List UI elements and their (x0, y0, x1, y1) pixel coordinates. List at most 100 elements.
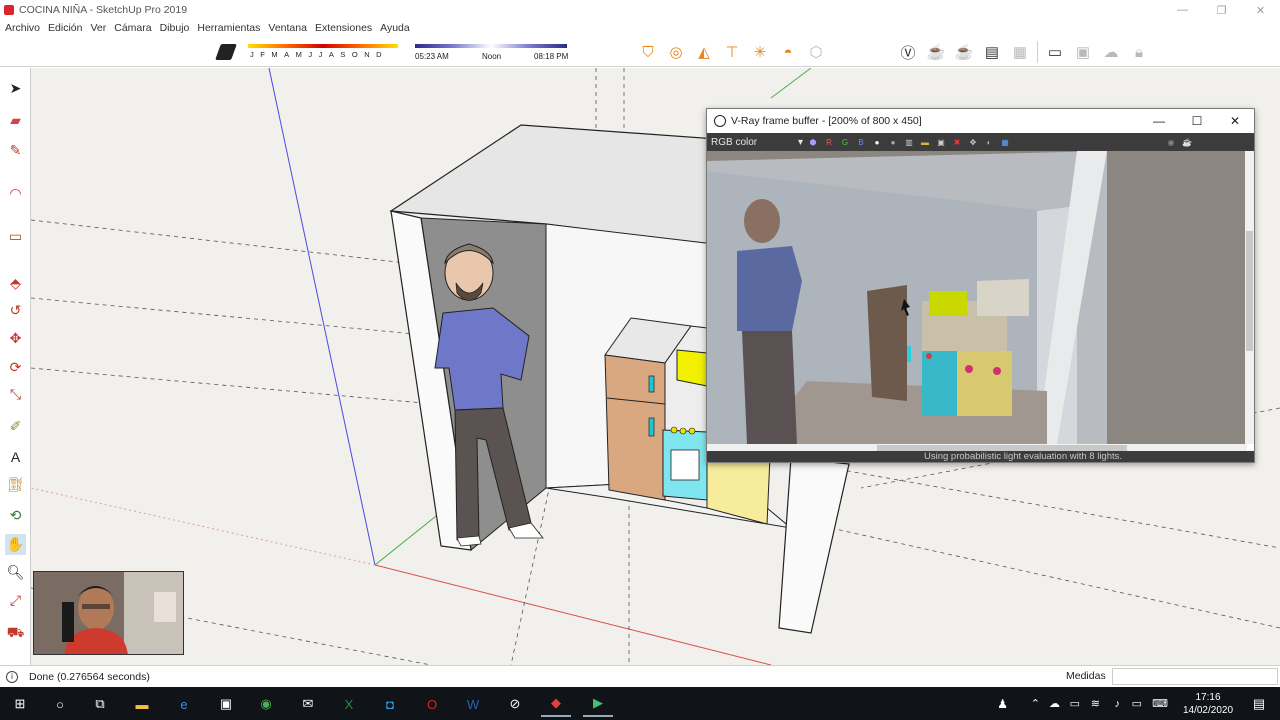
proxy-icon[interactable]: ▣ (1072, 41, 1094, 63)
store-icon[interactable]: ▣ (211, 691, 241, 717)
spot-light-icon[interactable]: ◭ (693, 41, 715, 63)
vray-logo-icon[interactable]: Ⓥ (897, 41, 919, 63)
vfb-close-button[interactable]: ✕ (1216, 109, 1254, 133)
measurements-label: Medidas (1066, 670, 1106, 682)
camera-app-icon[interactable]: ◘ (375, 691, 405, 717)
channel-dropdown[interactable]: RGB color ▾ (709, 134, 805, 150)
track-mouse-icon[interactable]: ◐ (981, 138, 997, 147)
menu-ventana[interactable]: Ventana (268, 22, 307, 34)
clear-image-icon[interactable]: ▣ (933, 138, 949, 147)
info-icon[interactable]: i (6, 670, 18, 683)
time-slider[interactable] (415, 44, 567, 48)
render-preview[interactable] (707, 151, 1247, 444)
select-arrow-icon[interactable]: ➤ (5, 78, 26, 99)
sketchup-taskbar-icon[interactable]: ◆ (541, 691, 571, 717)
follow-me-icon[interactable]: ↺ (5, 300, 26, 321)
frame-buffer-icon[interactable]: ▤ (981, 41, 1003, 63)
search-icon[interactable]: ○ (45, 691, 75, 717)
fur-icon[interactable]: ☁ (1100, 41, 1122, 63)
tape-measure-icon[interactable]: ✐ (5, 416, 26, 437)
save-image-icon[interactable]: ▥ (901, 138, 917, 147)
scale-icon[interactable]: ⤡ (5, 384, 26, 405)
vscroll-thumb[interactable] (1246, 231, 1253, 351)
language-icon[interactable]: ⌨ (1152, 697, 1168, 710)
task-view-icon[interactable]: ⧉ (85, 691, 115, 717)
wifi-icon[interactable]: ≋ (1091, 697, 1100, 710)
lock-icon[interactable]: 🔒︎ (1128, 41, 1150, 63)
line-pencil-icon[interactable]: ✎ (5, 140, 26, 161)
multicolor-channel-icon[interactable]: ⬢ (805, 138, 821, 147)
rect-light-icon[interactable]: ⛉ (637, 41, 659, 63)
omni-light-icon[interactable]: ✳ (749, 41, 771, 63)
zoom-extents-icon[interactable]: ⤢ (5, 590, 26, 611)
date-slider[interactable] (248, 44, 398, 48)
file-explorer-icon[interactable]: ▬ (127, 691, 157, 717)
month-label: S (340, 50, 346, 59)
mesh-light-icon[interactable]: ⬡ (805, 41, 827, 63)
asset-editor-icon[interactable]: ▭ (1044, 41, 1066, 63)
vfb-maximize-button[interactable]: ☐ (1178, 109, 1216, 133)
draw-app-icon[interactable]: ⊘ (500, 691, 530, 717)
taskbar-clock[interactable]: 17:16 14/02/2020 (1180, 691, 1236, 717)
menu-archivo[interactable]: Archivo (5, 22, 40, 34)
orbit-icon[interactable]: ⟲ (5, 505, 26, 526)
menu-ayuda[interactable]: Ayuda (380, 22, 410, 34)
menu-edicion[interactable]: Edición (48, 22, 82, 34)
render-teapot-icon[interactable]: ☕ (925, 41, 947, 63)
excel-icon[interactable]: X (334, 691, 364, 717)
edge-browser-icon[interactable]: e (169, 691, 199, 717)
sphere-light-icon[interactable]: ◎ (665, 41, 687, 63)
rectangle-icon[interactable]: ▭ (5, 226, 26, 247)
region-render-icon[interactable]: ✥ (965, 138, 981, 147)
menu-herramientas[interactable]: Herramientas (197, 22, 260, 34)
blue-channel-button[interactable]: B (853, 138, 869, 147)
word-icon[interactable]: W (458, 691, 488, 717)
vfb-minimize-button[interactable]: — (1140, 109, 1178, 133)
menu-extensiones[interactable]: Extensiones (315, 22, 372, 34)
opera-icon[interactable]: O (417, 691, 447, 717)
menu-dibujo[interactable]: Dibujo (160, 22, 190, 34)
text-icon[interactable]: A (5, 446, 26, 467)
red-channel-button[interactable]: R (821, 138, 837, 147)
close-button[interactable]: ✕ (1241, 0, 1280, 20)
shadows-toggle-icon[interactable] (215, 44, 237, 60)
settings-icon[interactable]: ◉ (1163, 138, 1179, 147)
eraser-icon[interactable]: ▰ (5, 110, 26, 131)
recorder-app-icon[interactable]: ▶ (583, 691, 613, 717)
load-image-icon[interactable]: ▬ (917, 138, 933, 147)
rotate-icon[interactable]: ⟳ (5, 357, 26, 378)
move-icon[interactable]: ✥ (5, 328, 26, 349)
cloud-icon[interactable]: ☁ (1049, 697, 1060, 710)
alpha-white-icon[interactable]: ● (869, 138, 885, 147)
people-icon[interactable]: ♟ (997, 697, 1008, 711)
zoom-icon[interactable]: 🔍︎ (5, 562, 26, 583)
interactive-render-icon[interactable]: ☕ (953, 41, 975, 63)
network-icon[interactable]: ▭ (1070, 697, 1080, 710)
ies-light-icon[interactable]: ⊤ (721, 41, 743, 63)
chevron-up-icon[interactable]: ⌃ (1031, 697, 1040, 710)
green-channel-button[interactable]: G (837, 138, 853, 147)
render-teapot-icon[interactable]: ☕ (1179, 138, 1195, 147)
maximize-button[interactable]: ❐ (1202, 0, 1241, 20)
chrome-icon[interactable]: ◉ (251, 691, 281, 717)
history-icon[interactable]: ▦ (997, 138, 1013, 147)
paint-bucket-icon[interactable]: ⛽︎ (5, 474, 26, 495)
stop-render-icon[interactable]: ✖ (949, 138, 965, 147)
dome-light-icon[interactable]: ◓ (777, 41, 799, 63)
notification-icon[interactable]: ▤ (1244, 691, 1274, 717)
pan-hand-icon[interactable]: ✋ (5, 534, 26, 555)
batch-render-icon[interactable]: ▦ (1009, 41, 1031, 63)
menu-camara[interactable]: Cámara (114, 22, 151, 34)
keyboard-icon[interactable]: ▭ (1132, 697, 1142, 710)
push-pull-icon[interactable]: ⬘ (5, 273, 26, 294)
mail-icon[interactable]: ✉ (293, 691, 323, 717)
mono-icon[interactable]: ● (885, 138, 901, 147)
minimize-button[interactable]: — (1163, 0, 1202, 20)
walk-icon[interactable]: ⛟ (5, 623, 26, 644)
volume-icon[interactable]: ♪ (1115, 698, 1121, 710)
menu-ver[interactable]: Ver (90, 22, 106, 34)
measurements-input[interactable] (1112, 668, 1278, 685)
windows-start-icon[interactable]: ⊞ (5, 691, 35, 717)
vfb-vertical-scrollbar[interactable] (1245, 151, 1254, 444)
arc-icon[interactable]: ◠ (5, 183, 26, 204)
